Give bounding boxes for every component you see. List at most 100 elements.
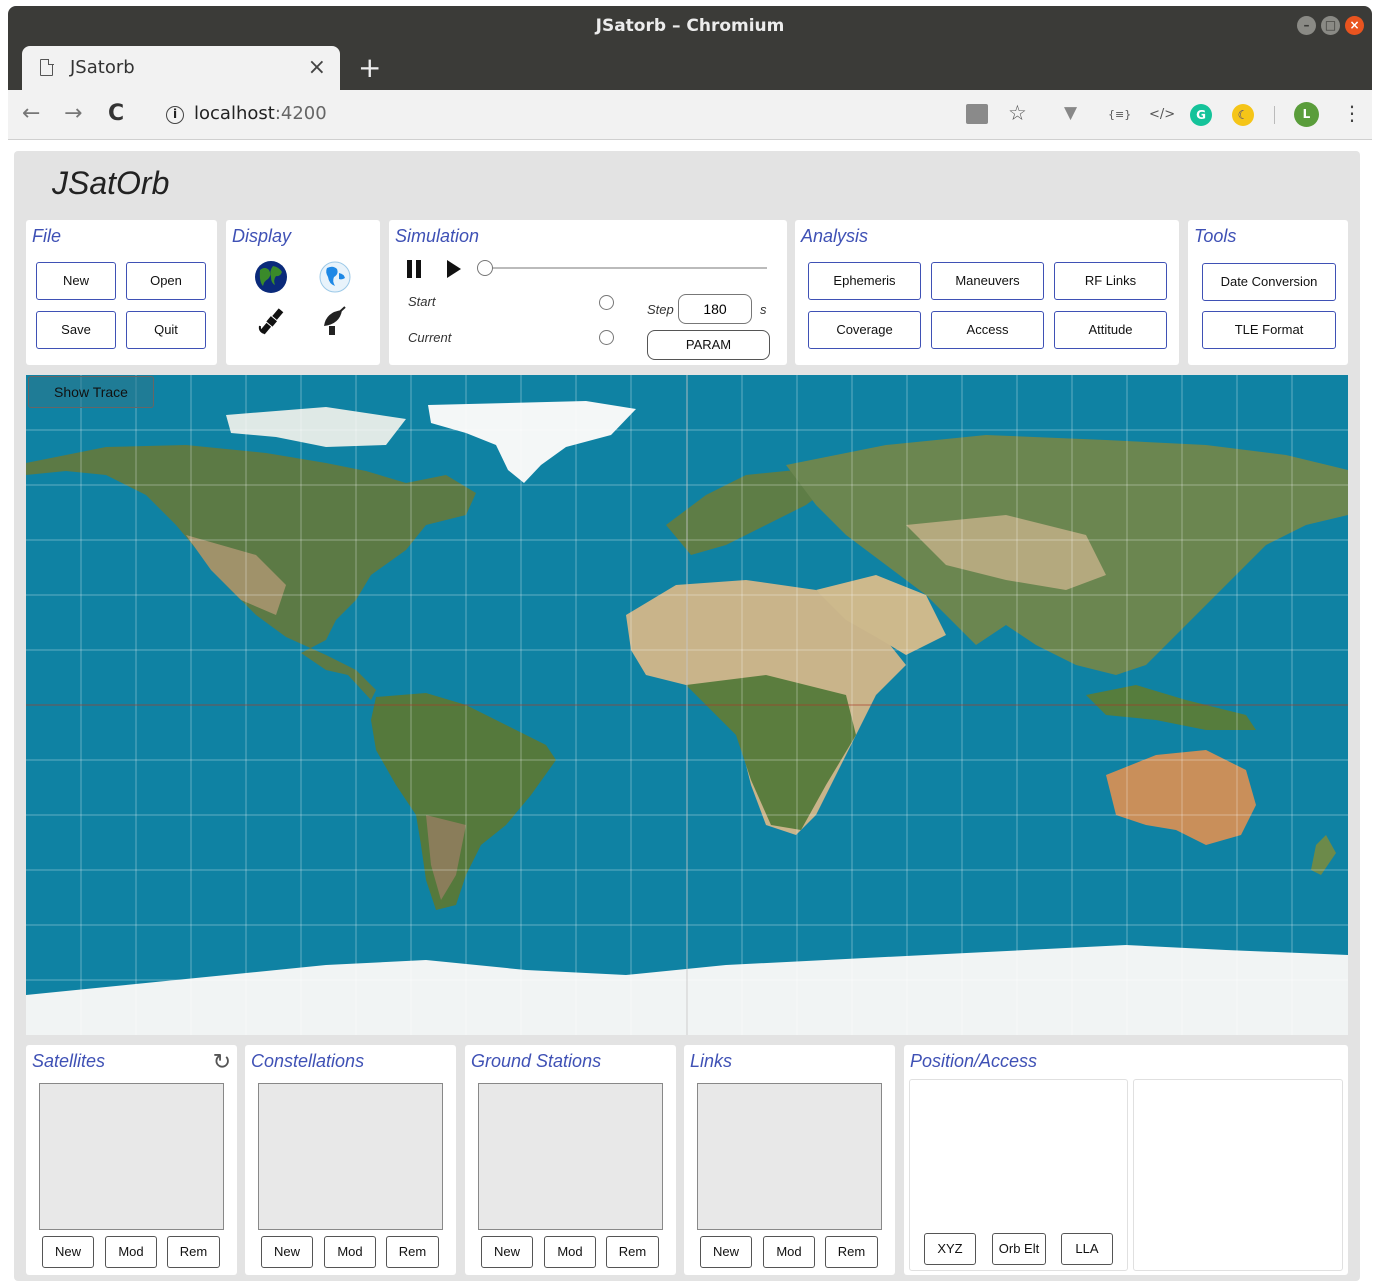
maneuvers-button[interactable]: Maneuvers bbox=[931, 262, 1044, 300]
info-icon[interactable]: i bbox=[166, 106, 184, 124]
window-title: JSatorb – Chromium bbox=[595, 16, 785, 36]
play-icon[interactable] bbox=[447, 260, 461, 278]
refresh-icon[interactable]: ↻ bbox=[213, 1050, 231, 1075]
ephemeris-button[interactable]: Ephemeris bbox=[808, 262, 921, 300]
ground-stations-mod-button[interactable]: Mod bbox=[544, 1236, 596, 1268]
constellations-rem-button[interactable]: Rem bbox=[386, 1236, 439, 1268]
address-bar[interactable]: i localhost:4200 bbox=[166, 103, 327, 124]
param-button[interactable]: PARAM bbox=[647, 330, 770, 360]
browser-menu-icon[interactable]: ⋮ bbox=[1342, 101, 1362, 125]
app-title: JSatOrb bbox=[52, 165, 170, 201]
earth-3d-icon[interactable] bbox=[318, 260, 352, 294]
json-viewer-icon[interactable]: {≡} bbox=[1108, 108, 1131, 121]
ground-antenna-icon[interactable] bbox=[318, 304, 352, 338]
show-trace-button[interactable]: Show Trace bbox=[28, 376, 154, 408]
tle-format-button[interactable]: TLE Format bbox=[1202, 311, 1336, 349]
tools-panel-title: Tools bbox=[1194, 226, 1237, 246]
date-conversion-button[interactable]: Date Conversion bbox=[1202, 263, 1336, 301]
file-new-button[interactable]: New bbox=[36, 262, 116, 300]
vue-devtools-icon[interactable]: ▼ bbox=[1064, 103, 1077, 123]
bookmark-star-icon[interactable]: ☆ bbox=[1008, 101, 1027, 125]
url-port: :4200 bbox=[274, 103, 327, 124]
links-new-button[interactable]: New bbox=[700, 1236, 752, 1268]
file-open-button[interactable]: Open bbox=[126, 262, 206, 300]
satellites-rem-button[interactable]: Rem bbox=[167, 1236, 220, 1268]
access-button[interactable]: Access bbox=[931, 311, 1044, 349]
code-icon[interactable]: </> bbox=[1149, 107, 1175, 122]
lla-button[interactable]: LLA bbox=[1061, 1233, 1113, 1265]
analysis-panel-title: Analysis bbox=[801, 226, 869, 246]
links-mod-button[interactable]: Mod bbox=[763, 1236, 815, 1268]
world-map-image bbox=[26, 375, 1348, 1035]
xyz-button[interactable]: XYZ bbox=[924, 1233, 976, 1265]
file-save-button[interactable]: Save bbox=[36, 311, 116, 349]
constellations-panel-title: Constellations bbox=[251, 1051, 365, 1071]
step-unit-label: s bbox=[760, 302, 767, 317]
pause-icon[interactable] bbox=[407, 260, 412, 278]
back-arrow-icon[interactable]: ← bbox=[22, 101, 40, 126]
dark-mode-icon[interactable]: ☾ bbox=[1232, 104, 1254, 126]
step-label: Step bbox=[647, 302, 674, 317]
file-quit-button[interactable]: Quit bbox=[126, 311, 206, 349]
links-panel-title: Links bbox=[690, 1051, 733, 1071]
translate-icon[interactable] bbox=[966, 104, 988, 124]
file-panel: File New Open Save Quit bbox=[26, 220, 217, 365]
pause-icon-bar bbox=[416, 260, 421, 278]
forward-arrow-icon[interactable]: → bbox=[64, 101, 82, 126]
start-radio[interactable] bbox=[599, 295, 614, 310]
ground-stations-panel: Ground Stations New Mod Rem bbox=[465, 1045, 676, 1275]
grammarly-icon[interactable]: G bbox=[1190, 104, 1212, 126]
attitude-button[interactable]: Attitude bbox=[1054, 311, 1167, 349]
start-label: Start bbox=[408, 294, 436, 309]
maximize-button[interactable]: □ bbox=[1321, 16, 1340, 35]
links-panel: Links New Mod Rem bbox=[684, 1045, 895, 1275]
satellite-icon[interactable] bbox=[256, 304, 288, 338]
position-access-panel: Position/Access XYZ Orb Elt LLA bbox=[904, 1045, 1348, 1275]
step-input[interactable]: 180 bbox=[678, 294, 752, 324]
tools-panel: Tools Date Conversion TLE Format bbox=[1188, 220, 1348, 365]
tab-strip: JSatorb × + bbox=[8, 46, 1372, 90]
simulation-panel: Simulation Start Current Step 180 s PARA… bbox=[389, 220, 787, 365]
toolbar-divider bbox=[1274, 106, 1275, 124]
display-panel: Display bbox=[226, 220, 380, 365]
position-access-panel-title: Position/Access bbox=[910, 1051, 1038, 1071]
satellites-list[interactable] bbox=[39, 1083, 224, 1230]
reload-icon[interactable]: C bbox=[108, 101, 124, 126]
file-panel-title: File bbox=[32, 226, 62, 246]
document-icon bbox=[40, 58, 54, 76]
satellites-mod-button[interactable]: Mod bbox=[105, 1236, 157, 1268]
tab-close-icon[interactable]: × bbox=[308, 55, 326, 80]
simulation-panel-title: Simulation bbox=[395, 226, 480, 246]
minimize-button[interactable]: – bbox=[1297, 16, 1316, 35]
earth-2d-icon[interactable] bbox=[254, 260, 288, 294]
url-host: localhost bbox=[194, 103, 275, 124]
browser-toolbar: ← → C i localhost:4200 ☆ ▼ {≡} </> G ☾ L … bbox=[8, 90, 1372, 140]
satellites-panel: Satellites ↻ New Mod Rem bbox=[26, 1045, 237, 1275]
app-root: JSatOrb File New Open Save Quit Display bbox=[14, 151, 1360, 1281]
tab-title: JSatorb bbox=[70, 57, 135, 78]
profile-avatar[interactable]: L bbox=[1294, 102, 1319, 127]
links-list[interactable] bbox=[697, 1083, 882, 1230]
links-rem-button[interactable]: Rem bbox=[825, 1236, 878, 1268]
browser-tab[interactable]: JSatorb × bbox=[22, 46, 340, 90]
rf-links-button[interactable]: RF Links bbox=[1054, 262, 1167, 300]
ground-stations-new-button[interactable]: New bbox=[481, 1236, 533, 1268]
constellations-list[interactable] bbox=[258, 1083, 443, 1230]
ground-stations-list[interactable] bbox=[478, 1083, 663, 1230]
constellations-panel: Constellations New Mod Rem bbox=[245, 1045, 456, 1275]
constellations-new-button[interactable]: New bbox=[261, 1236, 313, 1268]
timeline-slider-thumb[interactable] bbox=[477, 260, 493, 276]
constellations-mod-button[interactable]: Mod bbox=[324, 1236, 376, 1268]
close-window-button[interactable]: × bbox=[1345, 16, 1364, 35]
analysis-panel: Analysis Ephemeris Maneuvers RF Links Co… bbox=[795, 220, 1179, 365]
current-radio[interactable] bbox=[599, 330, 614, 345]
current-label: Current bbox=[408, 330, 452, 345]
display-panel-title: Display bbox=[232, 226, 292, 246]
ground-stations-rem-button[interactable]: Rem bbox=[606, 1236, 659, 1268]
timeline-slider-track[interactable] bbox=[481, 267, 767, 269]
world-map[interactable]: Show Trace bbox=[26, 375, 1348, 1035]
coverage-button[interactable]: Coverage bbox=[808, 311, 921, 349]
new-tab-button[interactable]: + bbox=[358, 51, 381, 84]
orb-elt-button[interactable]: Orb Elt bbox=[992, 1233, 1046, 1265]
satellites-new-button[interactable]: New bbox=[42, 1236, 94, 1268]
